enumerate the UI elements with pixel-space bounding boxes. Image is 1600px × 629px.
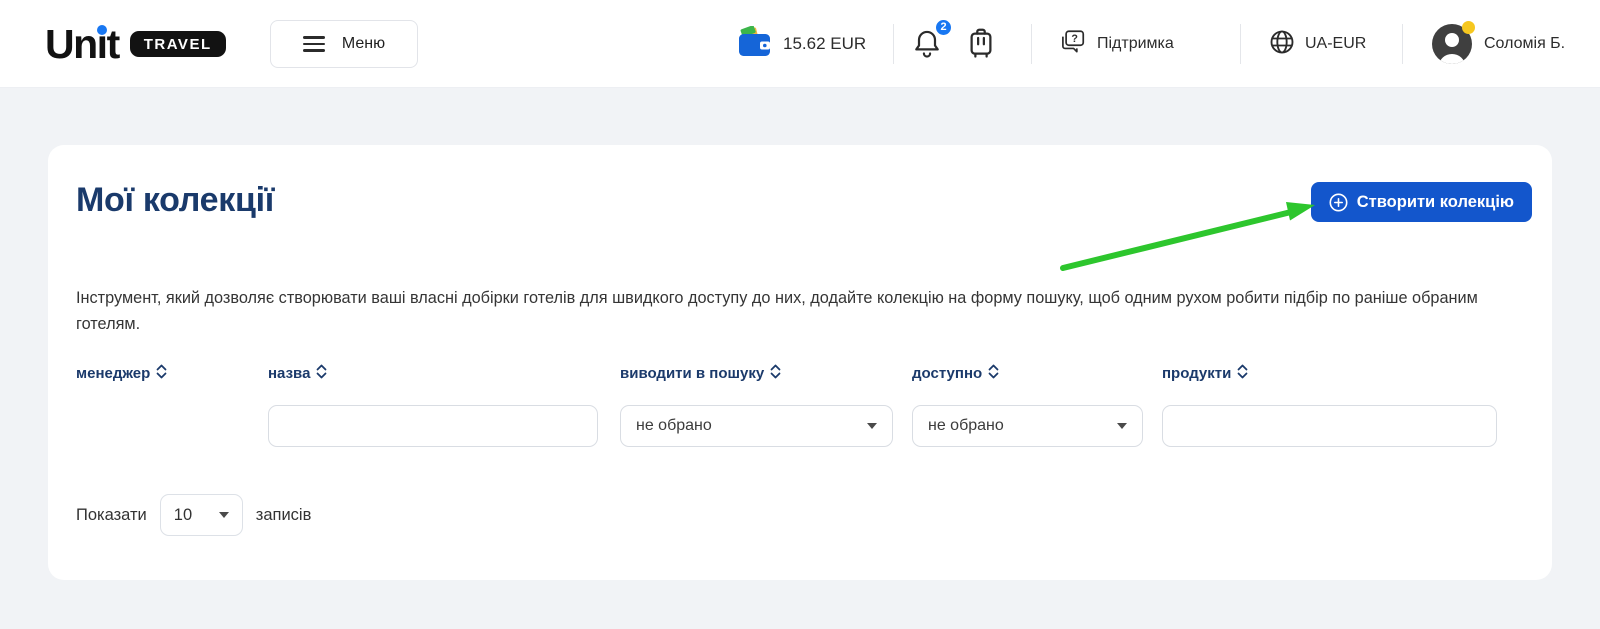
page-size-value: 10 — [174, 506, 192, 525]
menu-label: Меню — [342, 35, 385, 53]
create-collection-button[interactable]: Створити колекцію — [1311, 182, 1532, 222]
column-label: виводити в пошуку — [620, 365, 764, 382]
sort-icon — [988, 363, 999, 384]
user-name: Соломія Б. — [1484, 35, 1565, 53]
hamburger-icon — [303, 36, 325, 52]
bell-icon: 2 — [912, 27, 942, 62]
sort-icon — [156, 363, 167, 384]
user-menu[interactable]: Соломія Б. — [1432, 0, 1565, 88]
filter-show-in-search: не обрано — [620, 405, 893, 447]
name-filter-input[interactable] — [268, 405, 598, 447]
annotation-arrow — [1053, 193, 1323, 283]
column-header-available[interactable]: доступно — [912, 363, 1143, 384]
locale-currency-label: UA-EUR — [1305, 35, 1366, 53]
records-label: записів — [256, 506, 312, 525]
filter-name — [268, 405, 598, 447]
luggage-button[interactable] — [966, 0, 996, 88]
column-label: доступно — [912, 365, 982, 382]
page-description: Інструмент, який дозволяє створювати ваш… — [76, 285, 1510, 337]
filter-available: не обрано — [912, 405, 1143, 447]
show-label: Показати — [76, 506, 147, 525]
create-collection-label: Створити колекцію — [1357, 193, 1514, 212]
sort-icon — [770, 363, 781, 384]
support-chat-icon: ? — [1057, 28, 1087, 61]
column-header-show-in-search[interactable]: виводити в пошуку — [620, 363, 893, 384]
column-label: назва — [268, 365, 310, 382]
caret-down-icon — [219, 512, 229, 518]
select-value: не обрано — [636, 417, 712, 435]
column-header-products[interactable]: продукти — [1162, 363, 1497, 384]
filter-products — [1162, 405, 1497, 447]
page-size-select[interactable]: 10 — [160, 494, 243, 536]
pagination: Показати 10 записів — [76, 494, 311, 536]
column-header-manager[interactable]: менеджер — [76, 363, 167, 384]
menu-button[interactable]: Меню — [270, 20, 418, 68]
notifications-button[interactable]: 2 — [912, 0, 942, 88]
header-divider — [1240, 24, 1241, 64]
collections-card: Мої колекції Створити колекцію Інструмен… — [48, 145, 1552, 580]
top-header: Unıt TRAVEL Меню 15.62 EUR 2 — [0, 0, 1600, 88]
column-header-name[interactable]: назва — [268, 363, 598, 384]
column-label: менеджер — [76, 365, 150, 382]
notification-count-badge: 2 — [934, 18, 953, 37]
wallet-icon — [737, 26, 773, 63]
sort-icon — [316, 363, 327, 384]
header-divider — [893, 24, 894, 64]
column-label: продукти — [1162, 365, 1231, 382]
logo-text: Unıt — [45, 24, 119, 65]
available-select[interactable]: не обрано — [912, 405, 1143, 447]
header-divider — [1031, 24, 1032, 64]
caret-down-icon — [1117, 423, 1127, 429]
support-label: Підтримка — [1097, 35, 1174, 53]
logo[interactable]: Unıt TRAVEL — [45, 0, 226, 88]
suitcase-icon — [966, 26, 996, 63]
header-divider — [1402, 24, 1403, 64]
wallet-balance[interactable]: 15.62 EUR — [737, 0, 866, 88]
products-filter-input[interactable] — [1162, 405, 1497, 447]
caret-down-icon — [867, 423, 877, 429]
plus-circle-icon — [1329, 193, 1348, 212]
sort-icon — [1237, 363, 1248, 384]
page-title: Мої колекції — [76, 181, 274, 220]
locale-currency-selector[interactable]: UA-EUR — [1268, 0, 1366, 88]
logo-travel-badge: TRAVEL — [130, 31, 226, 57]
select-value: не обрано — [928, 417, 1004, 435]
support-link[interactable]: ? Підтримка — [1057, 0, 1174, 88]
show-in-search-select[interactable]: не обрано — [620, 405, 893, 447]
avatar — [1432, 24, 1472, 64]
globe-icon — [1268, 28, 1296, 61]
svg-text:?: ? — [1071, 33, 1078, 45]
wallet-balance-text: 15.62 EUR — [783, 34, 866, 54]
status-dot — [1462, 21, 1475, 34]
